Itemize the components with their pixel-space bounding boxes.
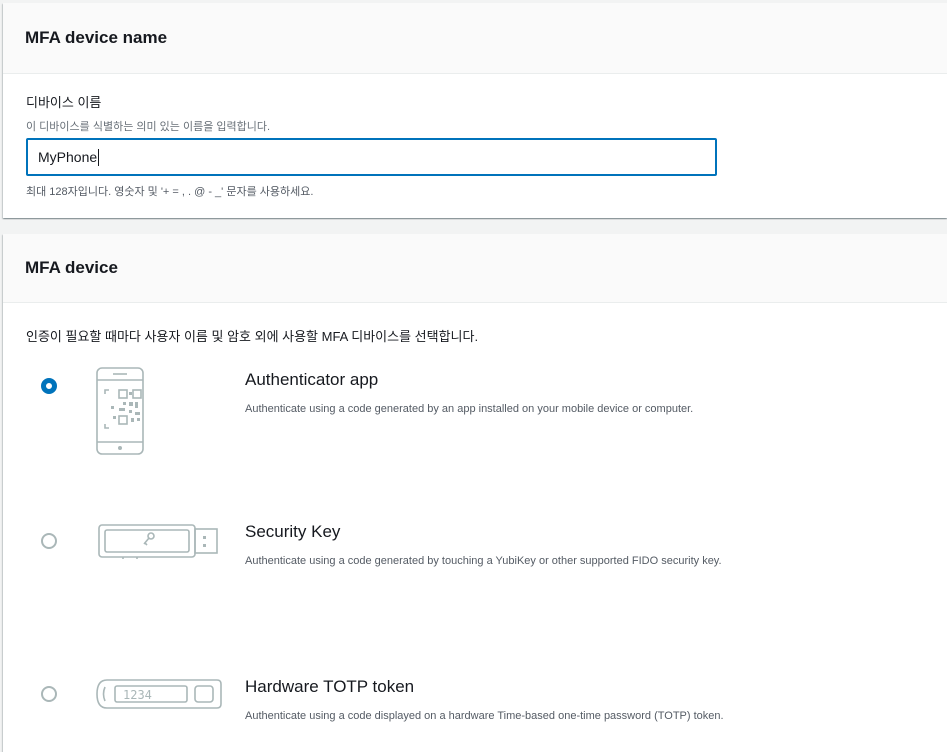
mfa-device-panel: MFA device 인증이 필요할 때마다 사용자 이름 및 암호 외에 사용… [3,234,947,752]
option-description: Authenticate using a code displayed on a… [245,710,724,722]
option-description: Authenticate using a code generated by t… [245,555,722,567]
option-title: Authenticator app [245,370,379,389]
device-name-input[interactable]: MyPhone [26,138,717,176]
option-title: Security Key [245,522,341,541]
device-name-label: 디바이스 이름 [26,95,102,110]
totp-token-icon: 1234 [93,677,225,716]
option-title: Hardware TOTP token [245,677,415,696]
panel-header: MFA device [3,234,947,303]
panel-title: MFA device name [25,28,168,47]
device-name-input-value: MyPhone [38,149,98,165]
radio-hardware-totp-token[interactable] [41,686,57,702]
device-name-description: 이 디바이스를 식별하는 의미 있는 이름을 입력합니다. [26,121,271,133]
token-display-digits: 1234 [123,688,152,702]
phone-qr-icon [93,366,159,461]
panel-header: MFA device name [3,3,947,74]
radio-authenticator-app[interactable] [41,378,57,394]
radio-security-key[interactable] [41,533,57,549]
option-description: Authenticate using a code generated by a… [245,403,694,415]
mfa-device-name-panel: MFA device name 디바이스 이름 이 디바이스를 식별하는 의미 … [3,3,947,218]
device-name-constraint: 최대 128자입니다. 영숫자 및 '+ = , . @ - _' 문자를 사용… [26,186,314,198]
mfa-device-description: 인증이 필요할 때마다 사용자 이름 및 암호 외에 사용할 MFA 디바이스를… [26,329,479,344]
panel-title: MFA device [25,258,118,277]
text-caret [98,148,100,166]
security-key-icon [93,522,223,567]
